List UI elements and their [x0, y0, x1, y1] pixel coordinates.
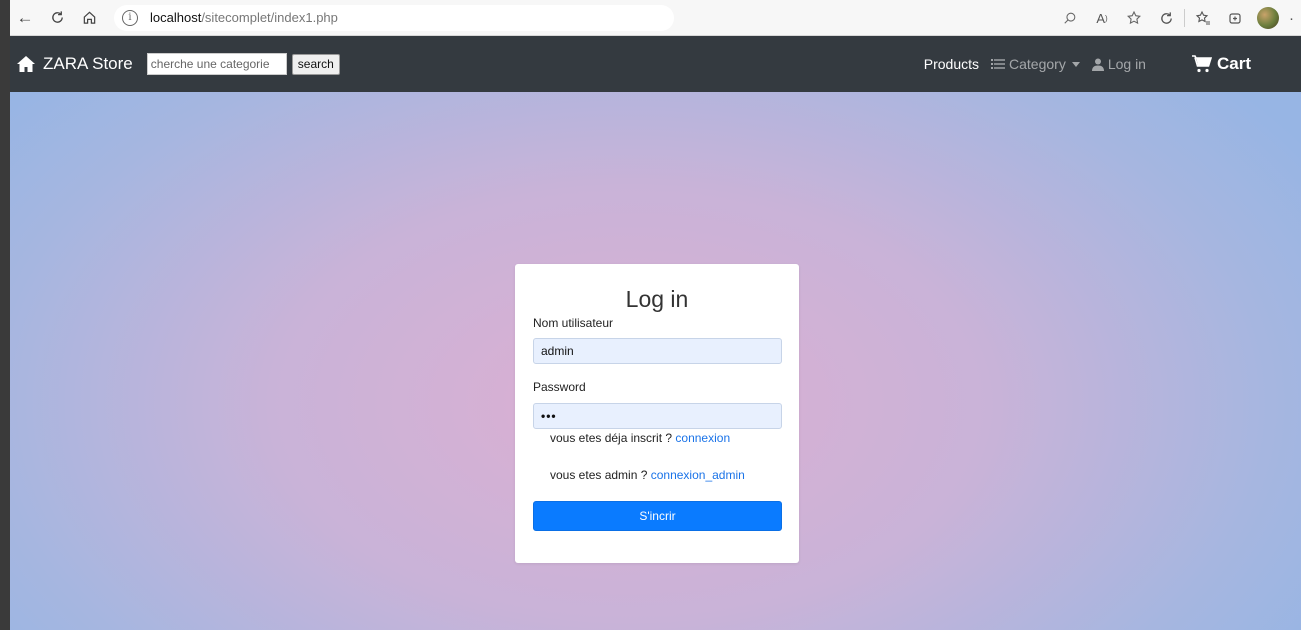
- home-icon: [17, 56, 35, 72]
- category-search-input[interactable]: [146, 53, 287, 75]
- more-menu-icon[interactable]: ·: [1289, 10, 1301, 27]
- admin-line: vous etes admin ? connexion_admin: [550, 468, 745, 482]
- nav-cart-label: Cart: [1216, 54, 1251, 73]
- read-aloud-icon[interactable]: A): [1086, 0, 1118, 36]
- url-path: /sitecomplet/index1.php: [201, 10, 338, 25]
- navbar-right: Products Category Log in Cart: [912, 36, 1251, 92]
- info-icon[interactable]: i: [122, 9, 138, 26]
- admin-text: vous etes admin ?: [550, 468, 651, 482]
- user-icon: [1091, 58, 1104, 71]
- login-card: Log in Nom utilisateur admin Password ••…: [515, 264, 799, 563]
- profile-avatar-icon[interactable]: [1257, 7, 1279, 29]
- favorite-add-icon[interactable]: [1118, 0, 1150, 36]
- already-registered-text: vous etes déja inscrit ?: [550, 431, 676, 445]
- home-icon[interactable]: [76, 5, 102, 31]
- login-title: Log in: [625, 286, 689, 312]
- left-edge-strip: [0, 0, 10, 630]
- list-icon: [991, 59, 1006, 69]
- chevron-down-icon: [1071, 61, 1080, 67]
- refresh-icon[interactable]: [44, 5, 70, 31]
- browser-toolbar: ← i localhost/sitecomplet/index1.php A) …: [10, 0, 1301, 36]
- nav-login[interactable]: Log in: [1091, 56, 1146, 72]
- collections-icon[interactable]: [1219, 0, 1251, 36]
- browser-actions: A) ·: [1054, 0, 1301, 36]
- brand-link[interactable]: ZARA Store: [16, 54, 133, 74]
- refresh-extension-icon[interactable]: [1150, 0, 1182, 36]
- nav-category-dropdown[interactable]: Category: [991, 56, 1080, 72]
- address-bar[interactable]: i localhost/sitecomplet/index1.php: [114, 4, 674, 31]
- connexion-link[interactable]: connexion: [675, 431, 730, 445]
- search-button[interactable]: search: [291, 53, 340, 75]
- nav-cart[interactable]: Cart: [1191, 54, 1251, 74]
- nav-products[interactable]: Products: [924, 56, 979, 72]
- username-field[interactable]: admin: [533, 338, 782, 364]
- cart-icon: [1191, 55, 1212, 73]
- already-registered-line: vous etes déja inscrit ? connexion: [550, 431, 730, 445]
- password-label: Password: [533, 380, 586, 394]
- back-arrow-icon[interactable]: ←: [12, 5, 38, 31]
- password-field[interactable]: •••: [533, 403, 782, 429]
- nav-products-label: Products: [923, 56, 980, 72]
- username-label: Nom utilisateur: [533, 316, 614, 330]
- toolbar-divider: [1184, 9, 1185, 27]
- url-host: localhost: [150, 10, 202, 25]
- nav-login-label: Log in: [1107, 56, 1146, 72]
- main-content: Log in Nom utilisateur admin Password ••…: [10, 92, 1301, 630]
- nav-category-label: Category: [1009, 56, 1066, 72]
- favorites-icon[interactable]: [1187, 0, 1219, 36]
- connexion-admin-link[interactable]: connexion_admin: [651, 468, 745, 482]
- register-button[interactable]: S'incrir: [533, 501, 782, 531]
- brand-name: ZARA Store: [43, 54, 133, 73]
- search-page-icon[interactable]: [1054, 0, 1086, 36]
- site-navbar: ZARA Store search Products Category Log …: [10, 36, 1301, 92]
